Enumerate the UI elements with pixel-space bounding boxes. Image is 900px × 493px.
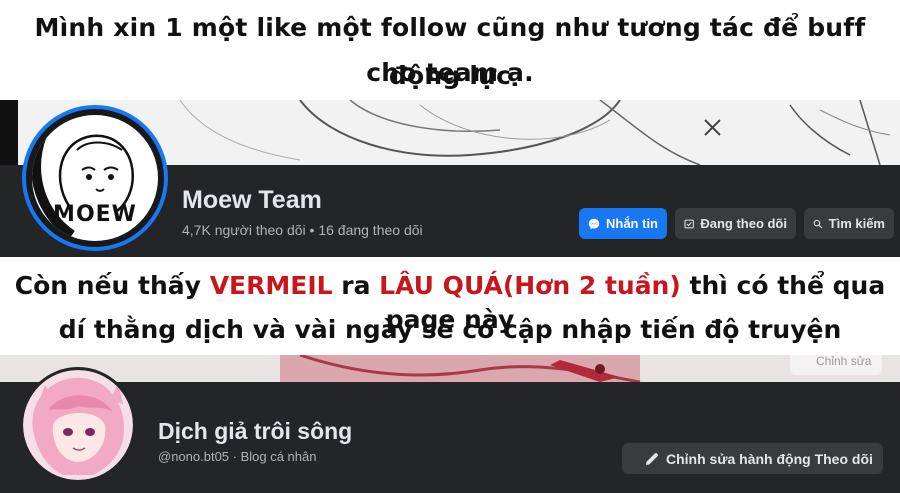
avatar-image: MOEW <box>32 115 158 241</box>
search-button[interactable]: Tìm kiếm <box>804 208 894 239</box>
avatar-logo-text: MOEW <box>53 202 137 227</box>
search-icon <box>813 219 823 228</box>
search-button-label: Tìm kiếm <box>828 216 885 231</box>
anime-cover-art <box>280 355 641 382</box>
follower-stats[interactable]: 4,7K người theo dõi • 16 đang theo dõi <box>182 222 423 238</box>
page-title-moew-team[interactable]: Moew Team <box>182 186 322 215</box>
banner-line-1: Mình xin 1 một like một follow cũng như … <box>34 13 866 90</box>
top-banner: Mình xin 1 một like một follow cũng như … <box>0 0 900 100</box>
cover-photo-2: Chỉnh sửa <box>0 355 900 382</box>
edit-follow-action-button[interactable]: Chỉnh sửa hành động Theo dõi <box>622 443 883 474</box>
page-handle-category: @nono.bt05 · Blog cá nhân <box>158 449 317 464</box>
messenger-icon <box>588 218 600 229</box>
edit-follow-action-label: Chỉnh sửa hành động Theo dõi <box>666 450 873 467</box>
avatar-moew-team[interactable]: MOEW <box>22 105 168 251</box>
anime-girl-avatar-icon <box>23 370 133 480</box>
notice-delay-highlight: LÂU QUÁ(Hơn 2 tuần) <box>379 271 681 300</box>
message-button[interactable]: Nhắn tin <box>579 208 667 239</box>
notice-text: Còn nếu thấy <box>14 271 210 300</box>
notice-line-2: dí thằng dịch và vài ngày sẽ có cập nhập… <box>58 315 842 344</box>
notice-title-highlight: VERMEIL <box>209 271 333 300</box>
page-title-dich-gia[interactable]: Dịch giả trôi sông <box>158 418 352 445</box>
avatar-dich-gia[interactable] <box>20 367 136 483</box>
following-button[interactable]: Đang theo dõi <box>675 208 796 239</box>
pencil-icon <box>646 452 658 465</box>
page-profile-dich-gia <box>0 382 900 493</box>
notice-banner: Còn nếu thấy VERMEIL ra LÂU QUÁ(Hơn 2 tu… <box>0 257 900 355</box>
following-button-label: Đang theo dõi <box>700 216 787 231</box>
following-check-icon <box>684 219 694 228</box>
notice-text: ra <box>332 271 380 300</box>
banner-line-2: cho team ạ. <box>366 58 534 87</box>
cover-edit-button[interactable]: Chỉnh sửa <box>790 355 882 375</box>
message-button-label: Nhắn tin <box>606 216 658 231</box>
